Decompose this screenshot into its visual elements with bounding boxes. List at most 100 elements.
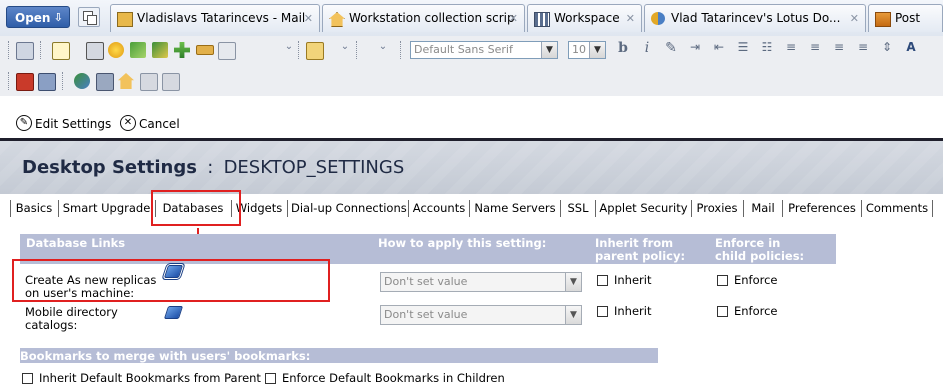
tab-workstation-collection[interactable]: Workstation collection scrip ✕ — [322, 4, 525, 32]
inherit-checkbox[interactable] — [597, 306, 608, 317]
post-icon — [875, 12, 891, 27]
font-name-value: Default Sans Serif — [414, 43, 513, 56]
tab-basics[interactable]: Basics — [14, 198, 54, 219]
tab-widgets[interactable]: Widgets — [235, 198, 283, 219]
replicate-icon[interactable] — [38, 73, 56, 91]
database-open-icon[interactable] — [16, 73, 34, 91]
inherit-checkbox[interactable] — [597, 275, 608, 286]
toolbar-grip[interactable] — [8, 41, 12, 59]
forward-nav-icon[interactable] — [162, 73, 180, 91]
forward-icon[interactable] — [130, 42, 146, 58]
chevron-down-icon[interactable]: ▼ — [541, 42, 557, 58]
close-icon[interactable]: ✕ — [304, 5, 313, 32]
apply-setting-select[interactable]: Don't set value ▼ — [380, 305, 582, 325]
tab-dial-up-connections[interactable]: Dial-up Connections — [291, 198, 407, 219]
apply-setting-value: Don't set value — [384, 275, 468, 288]
tab-accounts[interactable]: Accounts — [412, 198, 466, 219]
page-title-text: Desktop Settings — [22, 157, 197, 178]
pencil-icon: ✎ — [16, 115, 32, 131]
recent-icon[interactable] — [108, 42, 124, 58]
row-label-line2: catalogs: — [25, 318, 78, 332]
tab-post[interactable]: Post — [868, 4, 943, 32]
close-icon[interactable]: ✕ — [509, 5, 518, 32]
enforce-label: Enforce — [734, 273, 778, 287]
tab-mail[interactable]: Mail — [747, 198, 779, 219]
new-document-icon[interactable] — [52, 42, 70, 60]
justify-icon[interactable]: ≡ — [856, 40, 870, 54]
align-left-icon[interactable]: ≡ — [784, 40, 798, 54]
tab-ssl[interactable]: SSL — [564, 198, 592, 219]
window-tab-strip: Open ⇩ Vladislavs Tatarincevs - Mail ✕ W… — [0, 0, 943, 37]
bold-button[interactable]: b — [616, 40, 630, 56]
font-name-select[interactable]: Default Sans Serif ▼ — [410, 41, 558, 59]
close-icon: ✕ — [120, 115, 136, 131]
chevron-down-icon[interactable]: ▼ — [565, 273, 581, 291]
tab-comments[interactable]: Comments — [865, 198, 929, 219]
navigator-icon[interactable] — [96, 73, 114, 91]
tab-applet-security[interactable]: Applet Security — [599, 198, 688, 219]
align-right-icon[interactable]: ≡ — [832, 40, 846, 54]
chevron-down-icon[interactable]: ⌄ — [282, 41, 296, 52]
inherit-label: Inherit — [614, 304, 652, 318]
chevron-down-icon[interactable]: ▼ — [589, 42, 605, 58]
tab-workspace[interactable]: Workspace ✕ — [527, 4, 642, 32]
add-icon[interactable] — [174, 42, 190, 58]
enforce-bookmarks-checkbox[interactable] — [265, 373, 276, 384]
inherit-bookmarks-label: Inherit Default Bookmarks from Parent — [39, 371, 261, 385]
page-title: Desktop Settings : DESKTOP_SETTINGS — [22, 157, 404, 178]
chevron-down-icon[interactable]: ⌄ — [376, 41, 390, 52]
copy-icon[interactable] — [218, 42, 236, 60]
font-size-value: 10 — [572, 43, 586, 56]
bookmarks-header: Bookmarks to merge with users' bookmarks… — [20, 348, 658, 363]
tab-label: Post — [895, 11, 921, 25]
reply-icon[interactable] — [152, 42, 168, 58]
tab-label: Vladislavs Tatarincevs - Mail — [137, 11, 306, 25]
refresh-icon[interactable] — [74, 73, 90, 89]
tab-smart-upgrade[interactable]: Smart Upgrade — [62, 198, 151, 219]
home-icon[interactable] — [118, 73, 134, 89]
window-switch-button[interactable] — [78, 7, 100, 27]
text-style-icon[interactable]: A — [904, 40, 918, 54]
indent-icon[interactable]: ⇥ — [688, 40, 702, 54]
enforce-checkbox[interactable] — [717, 306, 728, 317]
close-icon[interactable]: ✕ — [626, 5, 635, 32]
line-spacing-icon[interactable]: ⇕ — [880, 40, 894, 54]
workspace-icon — [534, 12, 550, 27]
close-icon[interactable]: ✕ — [850, 5, 859, 32]
section-title: Bookmarks to merge with users' bookmarks… — [20, 349, 311, 363]
font-size-select[interactable]: 10 ▼ — [568, 41, 606, 59]
tab-lotus-document[interactable]: Vlad Tatarincev's Lotus Do... ✕ — [644, 4, 866, 32]
toolbar-grip[interactable] — [8, 72, 12, 90]
chevron-down-icon[interactable]: ⌄ — [338, 41, 352, 52]
tab-mail[interactable]: Vladislavs Tatarincevs - Mail ✕ — [110, 4, 320, 32]
tab-proxies[interactable]: Proxies — [695, 198, 739, 219]
lotus-document-icon — [651, 12, 665, 25]
cancel-button[interactable]: ✕ Cancel — [120, 114, 184, 134]
chevron-down-icon[interactable]: ▼ — [565, 306, 581, 324]
highlight-icon[interactable] — [196, 45, 214, 55]
views-icon[interactable] — [16, 42, 34, 60]
settings-tab-bar: Basics Smart Upgrade Databases Widgets D… — [10, 198, 943, 220]
outdent-icon[interactable]: ⇤ — [712, 40, 726, 54]
back-icon[interactable] — [140, 73, 158, 91]
enforce-label: Enforce — [734, 304, 778, 318]
annotation-box-databases-tab — [151, 190, 241, 226]
enforce-bookmarks-label: Enforce Default Bookmarks in Children — [282, 371, 505, 385]
numbered-list-icon[interactable]: ☷ — [760, 40, 774, 54]
inherit-bookmarks-checkbox[interactable] — [22, 373, 33, 384]
italic-button[interactable]: i — [640, 40, 654, 56]
enforce-checkbox[interactable] — [717, 275, 728, 286]
edit-settings-label: Edit Settings — [35, 117, 112, 131]
print-icon[interactable] — [86, 42, 104, 60]
tab-name-servers[interactable]: Name Servers — [473, 198, 557, 219]
pen-icon[interactable]: ✎ — [664, 40, 678, 56]
document-header: Desktop Settings : DESKTOP_SETTINGS — [0, 141, 943, 194]
tab-preferences[interactable]: Preferences — [786, 198, 858, 219]
align-center-icon[interactable]: ≡ — [808, 40, 822, 54]
edit-settings-button[interactable]: ✎ Edit Settings — [16, 114, 112, 134]
bullet-list-icon[interactable]: ☰ — [736, 40, 750, 54]
help-icon[interactable] — [163, 306, 184, 319]
apply-setting-select[interactable]: Don't set value ▼ — [380, 272, 582, 292]
open-button[interactable]: Open ⇩ — [6, 6, 70, 28]
paste-icon[interactable] — [306, 42, 324, 60]
